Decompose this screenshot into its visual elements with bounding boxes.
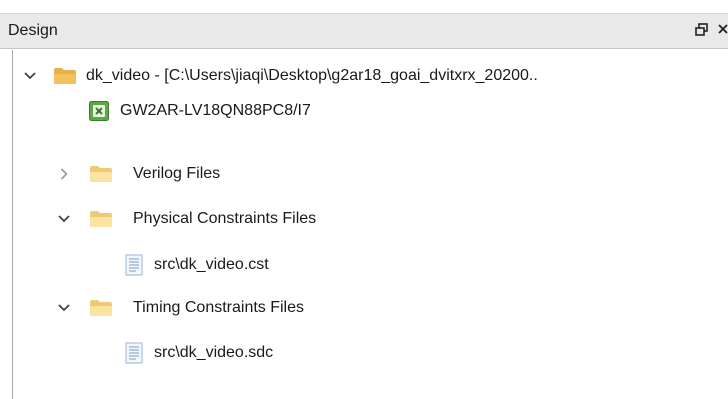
chevron-down-icon[interactable] [23, 69, 37, 83]
float-window-icon [695, 23, 708, 36]
file-icon [125, 342, 147, 364]
tree-item-label: dk_video - [C:\Users\jiaqi\Desktop\g2ar1… [86, 67, 538, 84]
tree-item-timing-constraints[interactable]: Timing Constraints Files [13, 294, 728, 322]
tree-item-project[interactable]: dk_video - [C:\Users\jiaqi\Desktop\g2ar1… [13, 62, 728, 90]
chevron-down-icon[interactable] [57, 212, 71, 226]
tree-item-cst-file[interactable]: src\dk_video.cst [13, 251, 728, 279]
close-icon [718, 24, 728, 34]
panel-header: Design [0, 13, 728, 49]
project-folder-icon [53, 66, 76, 86]
file-icon [125, 254, 147, 276]
tree-item-label: src\dk_video.sdc [154, 344, 274, 361]
folder-icon [89, 298, 112, 318]
design-panel: Design dk_video - [C:\Users\jiaqi\Deskto… [0, 0, 728, 399]
tree-item-verilog-files[interactable]: Verilog Files [13, 160, 728, 188]
tree-item-label: Timing Constraints Files [133, 299, 305, 316]
tree-item-physical-constraints[interactable]: Physical Constraints Files [13, 205, 728, 233]
design-tree: dk_video - [C:\Users\jiaqi\Desktop\g2ar1… [12, 50, 728, 399]
float-window-button[interactable] [695, 23, 708, 39]
tree-item-label: Verilog Files [133, 165, 221, 182]
tree-item-label: Physical Constraints Files [133, 210, 317, 227]
folder-icon [89, 164, 112, 184]
close-panel-button[interactable] [718, 23, 728, 39]
panel-title: Design [8, 22, 58, 39]
chevron-right-icon[interactable] [57, 167, 71, 181]
tree-item-label: GW2AR-LV18QN88PC8/I7 [120, 102, 311, 119]
tree-item-sdc-file[interactable]: src\dk_video.sdc [13, 339, 728, 367]
tree-item-device[interactable]: GW2AR-LV18QN88PC8/I7 [13, 97, 728, 125]
chevron-down-icon[interactable] [57, 301, 71, 315]
chip-icon [89, 101, 111, 121]
tree-item-label: src\dk_video.cst [154, 256, 269, 273]
folder-icon [89, 209, 112, 229]
